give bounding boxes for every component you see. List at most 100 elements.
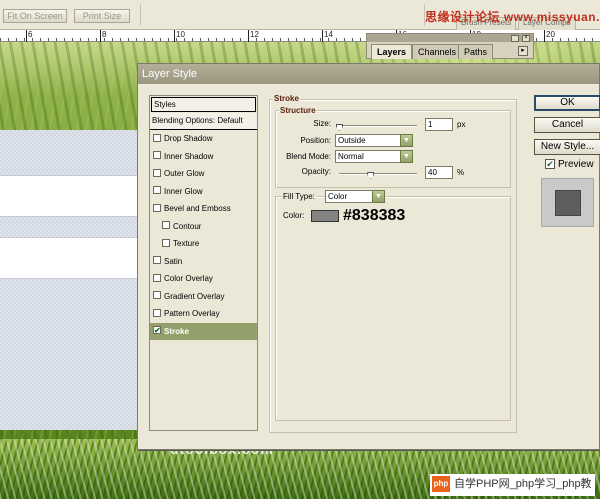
dialog-title[interactable]: Layer Style <box>138 64 599 84</box>
style-item-stroke[interactable]: ✔ Stroke <box>150 322 257 340</box>
style-item-gradient-overlay[interactable]: Gradient Overlay <box>150 288 257 306</box>
style-list: Styles Blending Options: Default Drop Sh… <box>149 95 258 431</box>
style-item-label: Color Overlay <box>164 274 213 283</box>
style-item-inner-glow[interactable]: Inner Glow <box>150 183 257 201</box>
style-item-satin[interactable]: Satin <box>150 253 257 271</box>
print-size-button[interactable]: Print Size <box>74 9 130 23</box>
style-item-label: Inner Glow <box>164 186 203 196</box>
new-style-button[interactable]: New Style... <box>534 139 600 155</box>
chevron-down-icon[interactable]: ▼ <box>372 190 385 203</box>
ruler-tick <box>26 30 27 42</box>
style-item-label: Texture <box>173 239 200 248</box>
style-item-label: Bevel and Emboss <box>164 204 231 213</box>
ruler-tick <box>248 30 249 42</box>
checkbox-icon[interactable] <box>153 291 161 300</box>
styles-header[interactable]: Styles <box>151 97 256 112</box>
chevron-down-icon[interactable]: ▼ <box>400 150 413 163</box>
checkbox-icon[interactable] <box>153 203 161 212</box>
blend-mode-label: Blend Mode: <box>286 152 331 161</box>
layer-style-dialog: Layer Style Styles Blending Options: Def… <box>137 63 600 450</box>
size-label: Size: <box>313 119 331 128</box>
chevron-down-icon[interactable]: ▼ <box>400 134 413 147</box>
fill-type-label: Fill Type: <box>281 192 317 201</box>
checkbox-icon[interactable] <box>153 133 161 142</box>
options-bar: Fit On Screen Print Size Brush Presets L… <box>0 0 600 30</box>
style-item-label: Stroke <box>164 326 189 336</box>
tab-layers[interactable]: Layers <box>371 44 413 59</box>
ruler-label: 14 <box>324 30 333 39</box>
style-item-inner-shadow[interactable]: Inner Shadow <box>150 148 257 166</box>
size-slider-track[interactable] <box>339 125 417 127</box>
ruler-label: 6 <box>28 30 33 39</box>
size-input[interactable]: 1 <box>425 118 453 131</box>
style-item-label: Outer Glow <box>164 169 205 178</box>
cancel-button[interactable]: Cancel <box>534 117 600 133</box>
checkbox-icon[interactable] <box>153 186 161 195</box>
document-strip <box>0 237 140 279</box>
size-unit: px <box>457 120 466 129</box>
ok-button[interactable]: OK <box>534 95 600 111</box>
preview-thumbnail <box>555 190 581 216</box>
position-label: Position: <box>300 136 331 145</box>
style-item-label: Gradient Overlay <box>164 291 225 301</box>
watermark-text: 自学PHP网_php学习_php教 <box>454 478 592 490</box>
position-select[interactable]: Outside ▼ <box>335 134 413 147</box>
color-hex-label: #838383 <box>343 207 406 224</box>
checkbox-icon[interactable] <box>153 273 161 282</box>
fill-type-value: Color <box>328 192 348 201</box>
style-items: Drop Shadow Inner Shadow Outer Glow Inner G… <box>150 130 257 340</box>
style-item-color-overlay[interactable]: Color Overlay <box>150 270 257 288</box>
checkbox-icon[interactable] <box>153 256 161 265</box>
checkbox-icon[interactable] <box>162 238 170 247</box>
preview-toggle[interactable]: ✔ Preview <box>545 159 594 170</box>
ruler-tick <box>100 30 101 42</box>
opacity-input[interactable]: 40 <box>425 166 453 179</box>
ruler-label: 8 <box>102 30 107 39</box>
opacity-slider-track[interactable] <box>339 173 417 175</box>
minimize-icon[interactable] <box>511 35 519 42</box>
layers-palette: × Layers Channels Paths ▸ <box>366 33 534 59</box>
ruler-tick <box>544 30 545 42</box>
palette-menu-icon[interactable]: ▸ <box>518 46 528 56</box>
stroke-settings: Stroke Structure Size: 1 px Position: Ou… <box>269 94 517 433</box>
checkbox-icon[interactable] <box>162 221 170 230</box>
checkbox-icon[interactable] <box>153 168 161 177</box>
position-value: Outside <box>338 136 366 145</box>
style-item-outer-glow[interactable]: Outer Glow <box>150 165 257 183</box>
watermark-top: 思缘设计论坛 www.missyuan.com <box>425 10 600 24</box>
style-item-texture[interactable]: Texture <box>150 235 257 253</box>
checkbox-icon[interactable]: ✔ <box>153 326 161 335</box>
ruler-label: 20 <box>546 30 555 39</box>
structure-title: Structure <box>279 106 317 115</box>
blend-mode-value: Normal <box>338 152 364 161</box>
style-item-label: Drop Shadow <box>164 134 213 143</box>
ruler-tick <box>174 30 175 42</box>
style-item-label: Inner Shadow <box>164 151 214 161</box>
preview-label: Preview <box>558 159 594 170</box>
tab-channels[interactable]: Channels <box>412 44 463 59</box>
ruler-label: 10 <box>176 30 185 39</box>
document-strip <box>0 175 140 217</box>
fit-on-screen-button[interactable]: Fit On Screen <box>3 9 67 23</box>
blend-mode-select[interactable]: Normal ▼ <box>335 150 413 163</box>
watermark-bottom: php 自学PHP网_php学习_php教 <box>430 474 595 496</box>
checkbox-icon[interactable] <box>153 151 161 160</box>
ruler-tick <box>322 30 323 42</box>
style-item-contour[interactable]: Contour <box>150 218 257 236</box>
blending-options-item[interactable]: Blending Options: Default <box>150 113 257 130</box>
opacity-unit: % <box>457 168 465 177</box>
fill-type-select[interactable]: Color ▼ <box>325 190 385 203</box>
tab-paths[interactable]: Paths <box>458 44 494 59</box>
style-item-drop-shadow[interactable]: Drop Shadow <box>150 130 257 148</box>
palette-titlebar[interactable] <box>367 34 533 42</box>
close-icon[interactable]: × <box>522 35 530 42</box>
color-swatch[interactable] <box>311 210 339 222</box>
checkbox-icon[interactable] <box>153 308 161 317</box>
style-item-bevel-and-emboss[interactable]: Bevel and Emboss <box>150 200 257 218</box>
fill-group-box <box>275 196 511 421</box>
divider <box>140 4 141 26</box>
style-item-pattern-overlay[interactable]: Pattern Overlay <box>150 305 257 323</box>
checkbox-icon[interactable]: ✔ <box>545 159 555 170</box>
style-item-label: Satin <box>164 256 183 266</box>
stroke-section-title: Stroke <box>273 94 300 103</box>
